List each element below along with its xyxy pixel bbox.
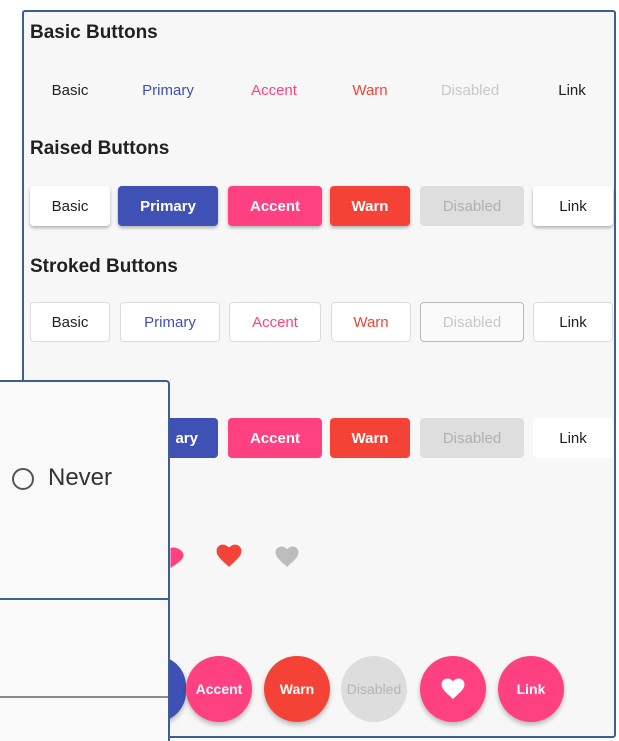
heart-icon[interactable]	[170, 544, 184, 568]
stroked-button-disabled: Disabled	[420, 302, 524, 342]
basic-button-basic[interactable]: Basic	[30, 70, 110, 110]
fab-button-accent[interactable]: Accent	[186, 656, 252, 722]
blue-divider	[0, 598, 168, 600]
section-title-basic: Basic Buttons	[30, 22, 158, 43]
section-title-raised: Raised Buttons	[30, 138, 170, 159]
flat-button-accent[interactable]: Accent	[228, 418, 322, 458]
screenshot: Basic Buttons Basic Primary Accent Warn …	[0, 0, 619, 741]
fab-button-warn[interactable]: Warn	[264, 656, 330, 722]
basic-button-primary[interactable]: Primary	[128, 70, 208, 110]
heart-icon[interactable]	[216, 544, 242, 568]
radio-label-never: Never	[48, 464, 113, 491]
overlay-panel: Never	[0, 380, 170, 741]
basic-button-link[interactable]: Link	[532, 70, 612, 110]
flat-button-link[interactable]: Link	[533, 418, 613, 458]
heart-icon	[275, 546, 299, 567]
raised-button-primary[interactable]: Primary	[118, 186, 218, 226]
section-title-stroked: Stroked Buttons	[30, 256, 178, 277]
stroked-button-link[interactable]: Link	[533, 302, 613, 342]
stroked-button-basic[interactable]: Basic	[30, 302, 110, 342]
stroked-button-warn[interactable]: Warn	[331, 302, 411, 342]
raised-button-warn[interactable]: Warn	[330, 186, 410, 226]
fab-button-link[interactable]: Link	[498, 656, 564, 722]
stroked-button-accent[interactable]: Accent	[229, 302, 321, 342]
radio-never[interactable]	[12, 468, 34, 490]
heart-icon	[441, 678, 465, 699]
raised-button-accent[interactable]: Accent	[228, 186, 322, 226]
flat-button-disabled: Disabled	[420, 418, 524, 458]
fab-button-heart[interactable]	[420, 656, 486, 722]
raised-button-disabled: Disabled	[420, 186, 524, 226]
flat-button-warn[interactable]: Warn	[330, 418, 410, 458]
fab-button-disabled: Disabled	[341, 656, 407, 722]
basic-button-disabled: Disabled	[440, 81, 500, 99]
basic-button-accent[interactable]: Accent	[234, 70, 314, 110]
basic-button-warn[interactable]: Warn	[330, 70, 410, 110]
stroked-button-primary[interactable]: Primary	[120, 302, 220, 342]
gray-divider	[0, 696, 168, 698]
raised-button-link[interactable]: Link	[533, 186, 613, 226]
raised-button-basic[interactable]: Basic	[30, 186, 110, 226]
